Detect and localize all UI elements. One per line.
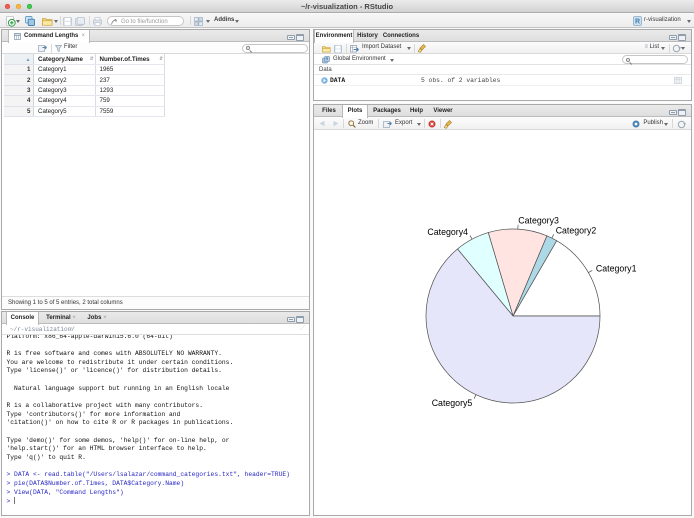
svg-text:Category2: Category2	[556, 226, 597, 236]
svg-text:Category3: Category3	[518, 216, 559, 226]
svg-text:R: R	[635, 19, 640, 26]
svg-text:Category1: Category1	[596, 263, 637, 273]
svg-text:Category4: Category4	[427, 227, 468, 237]
svg-text:Category5: Category5	[432, 398, 473, 408]
